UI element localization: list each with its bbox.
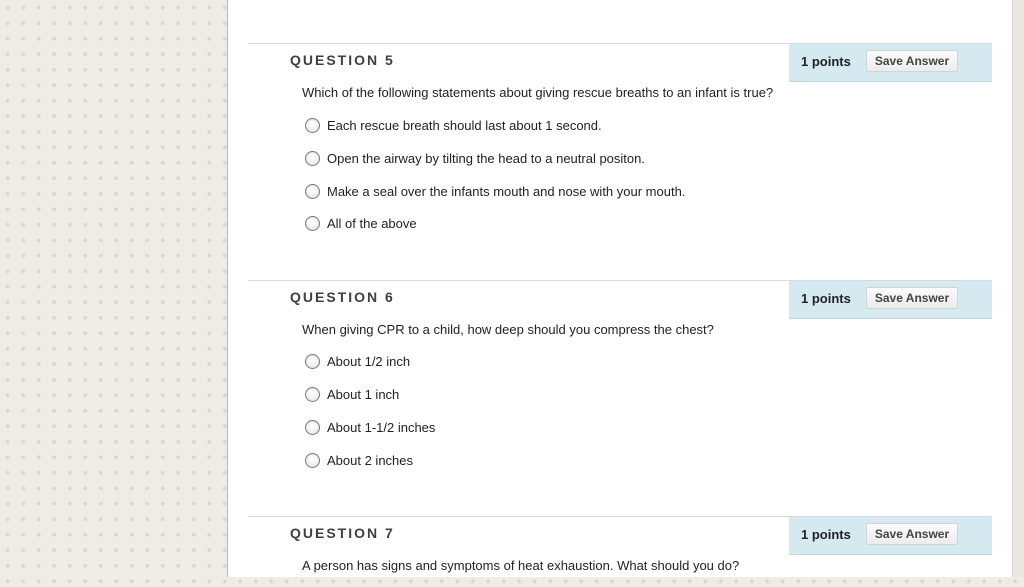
option-label: About 1-1/2 inches [327, 419, 436, 435]
option-label: Each rescue breath should last about 1 s… [327, 117, 602, 133]
option-label: Make a seal over the infants mouth and n… [327, 183, 686, 199]
radio-button[interactable] [305, 452, 320, 468]
answer-option[interactable]: Open the airway by tilting the head to a… [305, 148, 645, 168]
radio-button[interactable] [305, 419, 320, 435]
answer-option[interactable]: About 1 inch [305, 384, 399, 404]
question-5: QUESTION 5 1 points Save Answer Which of… [248, 43, 992, 274]
radio-button[interactable] [305, 150, 320, 166]
radio-button[interactable] [305, 117, 320, 133]
option-label: About 2 inches [327, 452, 414, 468]
radio-button[interactable] [305, 386, 320, 402]
question-6: QUESTION 6 1 points Save Answer When giv… [248, 280, 992, 511]
points-label: 1 points [801, 527, 851, 542]
question-text: A person has signs and symptoms of heat … [302, 558, 740, 573]
radio-button[interactable] [305, 353, 320, 369]
points-box: 1 points Save Answer [789, 281, 992, 319]
save-answer-button[interactable]: Save Answer [866, 523, 958, 545]
test-content-panel: QUESTION 5 1 points Save Answer Which of… [227, 0, 1013, 577]
question-text: Which of the following statements about … [302, 85, 774, 100]
points-box: 1 points Save Answer [789, 517, 992, 555]
points-label: 1 points [801, 54, 851, 69]
answer-option[interactable]: Each rescue breath should last about 1 s… [305, 115, 602, 135]
save-answer-button[interactable]: Save Answer [866, 287, 958, 309]
answer-option[interactable]: All of the above [305, 213, 417, 233]
scrollbar-track[interactable] [1012, 0, 1024, 577]
answer-option[interactable]: About 1-1/2 inches [305, 417, 435, 437]
option-label: About 1/2 inch [327, 353, 411, 369]
answer-option[interactable]: Make a seal over the infants mouth and n… [305, 181, 685, 201]
save-answer-button[interactable]: Save Answer [866, 50, 958, 72]
radio-button[interactable] [305, 183, 320, 199]
points-label: 1 points [801, 291, 851, 306]
question-title: QUESTION 7 [290, 525, 395, 541]
radio-button[interactable] [305, 215, 320, 231]
question-text: When giving CPR to a child, how deep sho… [302, 322, 714, 337]
question-title: QUESTION 5 [290, 52, 395, 68]
question-7: QUESTION 7 1 points Save Answer A person… [248, 516, 992, 587]
answer-option[interactable]: About 2 inches [305, 450, 413, 470]
points-box: 1 points Save Answer [789, 44, 992, 82]
option-label: Open the airway by tilting the head to a… [327, 150, 645, 166]
answer-option[interactable]: About 1/2 inch [305, 351, 410, 371]
option-label: All of the above [327, 215, 417, 231]
question-title: QUESTION 6 [290, 289, 395, 305]
option-label: About 1 inch [327, 386, 400, 402]
